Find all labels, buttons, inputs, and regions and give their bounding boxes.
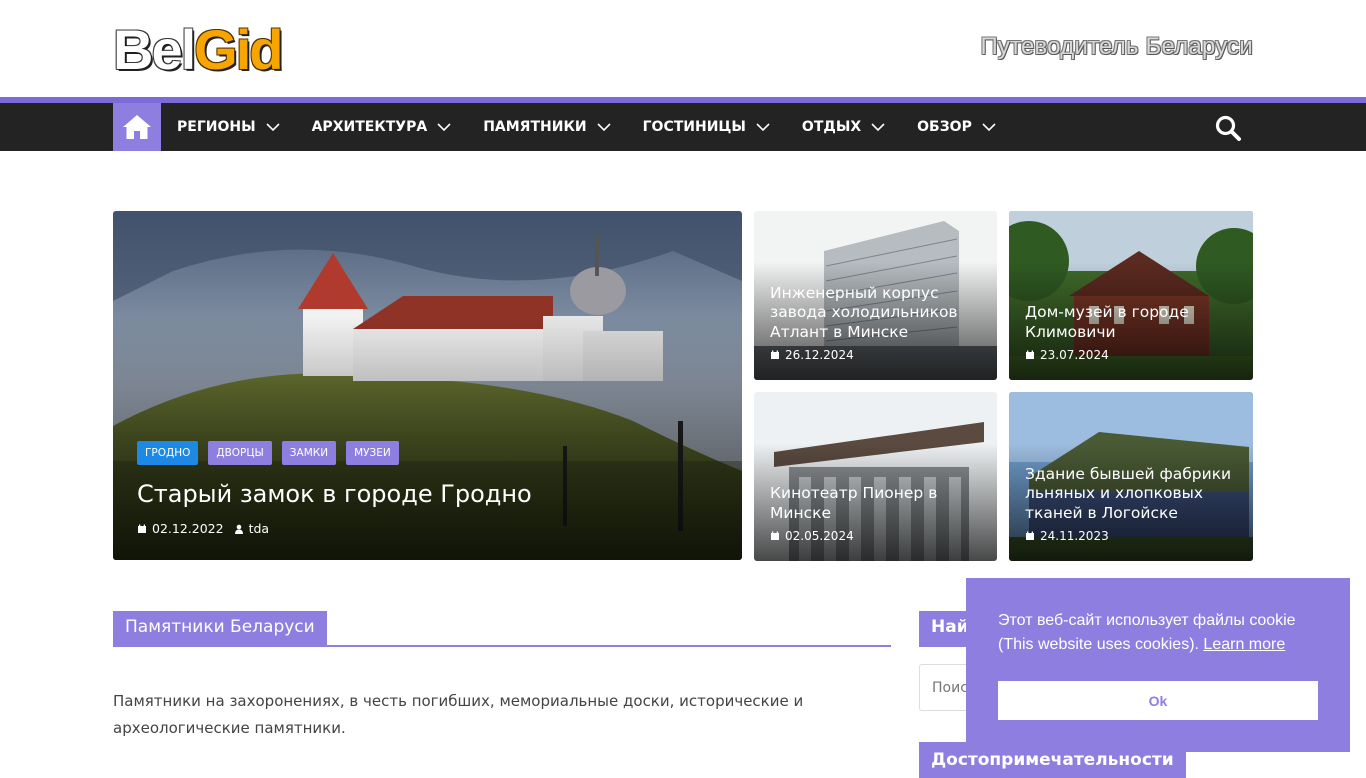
post-date[interactable]: 02.05.2024 [785,529,854,543]
category-tag[interactable]: ДВОРЦЫ [208,441,272,465]
chevron-down-icon [437,123,451,132]
post-meta: 24.11.2023 [1025,529,1241,543]
post-card[interactable]: Инженерный корпус завода холодильников А… [754,211,997,380]
section-heading: Памятники Беларуси [113,611,891,647]
nav-item-label: ОБЗОР [917,119,972,135]
nav-item-label: ГОСТИНИЦЫ [642,119,746,135]
post-date[interactable]: 02.12.2022 [152,521,224,536]
calendar-icon [1026,350,1034,359]
chevron-down-icon [982,123,996,132]
nav-item-label: ОТДЫХ [801,119,862,135]
calendar-icon [771,350,779,359]
section-heading-label[interactable]: Памятники Беларуси [113,611,327,645]
main-nav: РЕГИОНЫ АРХИТЕКТУРА ПАМЯТНИКИ ГОСТИНИЦЫ … [0,97,1366,151]
post-date[interactable]: 23.07.2024 [1040,348,1109,362]
nav-item-architecture[interactable]: АРХИТЕКТУРА [296,103,468,151]
nav-home-button[interactable] [113,103,161,151]
nav-item-leisure[interactable]: ОТДЫХ [786,103,901,151]
category-tag[interactable]: ЗАМКИ [281,441,337,465]
nav-item-regions[interactable]: РЕГИОНЫ [161,103,296,151]
nav-item-monuments[interactable]: ПАМЯТНИКИ [467,103,626,151]
nav-item-hotels[interactable]: ГОСТИНИЦЫ [627,103,786,151]
section-description: Памятники на захоронениях, в честь погиб… [113,692,804,737]
calendar-icon [771,531,779,540]
post-title[interactable]: Инженерный корпус завода холодильников А… [770,284,985,343]
featured-post-title[interactable]: Старый замок в городе Гродно [137,479,730,509]
category-tags: ГРОДНО ДВОРЦЫ ЗАМКИ МУЗЕИ [137,441,730,465]
home-icon [123,115,151,139]
site-tagline: Путеводитель Беларуси [980,33,1253,60]
post-date[interactable]: 24.11.2023 [1040,529,1109,543]
cookie-message: Этот веб-сайт использует файлы cookie (T… [998,609,1328,657]
category-tag[interactable]: ГРОДНО [137,441,199,465]
nav-item-label: РЕГИОНЫ [177,119,256,135]
search-icon[interactable] [1214,114,1242,142]
post-meta: 23.07.2024 [1025,348,1241,362]
post-card[interactable]: Здание бывшей фабрики льняных и хлопковы… [1009,392,1253,561]
logo-text-gid: Gid [194,18,283,81]
post-title[interactable]: Здание бывшей фабрики льняных и хлопковы… [1025,465,1241,524]
category-tag[interactable]: МУЗЕИ [346,441,399,465]
nav-item-label: АРХИТЕКТУРА [311,119,428,135]
site-header: Bel Gid Путеводитель Беларуси [0,0,1366,97]
nav-item-review[interactable]: ОБЗОР [901,103,1012,151]
post-date[interactable]: 26.12.2024 [785,348,854,362]
post-meta: 02.05.2024 [770,529,985,543]
cookie-banner: Этот веб-сайт использует файлы cookie (T… [966,578,1350,752]
logo-text-bel: Bel [113,18,196,81]
post-meta: 02.12.2022 tda [137,521,730,536]
post-title[interactable]: Дом-музей в городе Климовичи [1025,303,1241,342]
post-card[interactable]: Дом-музей в городе Климовичи 23.07.2024 [1009,211,1253,380]
featured-post-card[interactable]: ГРОДНО ДВОРЦЫ ЗАМКИ МУЗЕИ Старый замок в… [113,211,742,560]
user-icon [234,524,243,534]
chevron-down-icon [597,123,611,132]
calendar-icon [1026,531,1034,540]
chevron-down-icon [756,123,770,132]
chevron-down-icon [871,123,885,132]
cookie-ok-button[interactable]: Ok [998,681,1318,720]
calendar-icon [138,524,146,533]
post-title[interactable]: Кинотеатр Пионер в Минске [770,484,985,523]
post-author[interactable]: tda [249,521,270,536]
site-logo[interactable]: Bel Gid [113,18,283,81]
post-meta: 26.12.2024 [770,348,985,362]
post-card[interactable]: Кинотеатр Пионер в Минске 02.05.2024 [754,392,997,561]
cookie-learn-more-link[interactable]: Learn more [1203,636,1285,653]
chevron-down-icon [266,123,280,132]
nav-item-label: ПАМЯТНИКИ [483,119,587,135]
